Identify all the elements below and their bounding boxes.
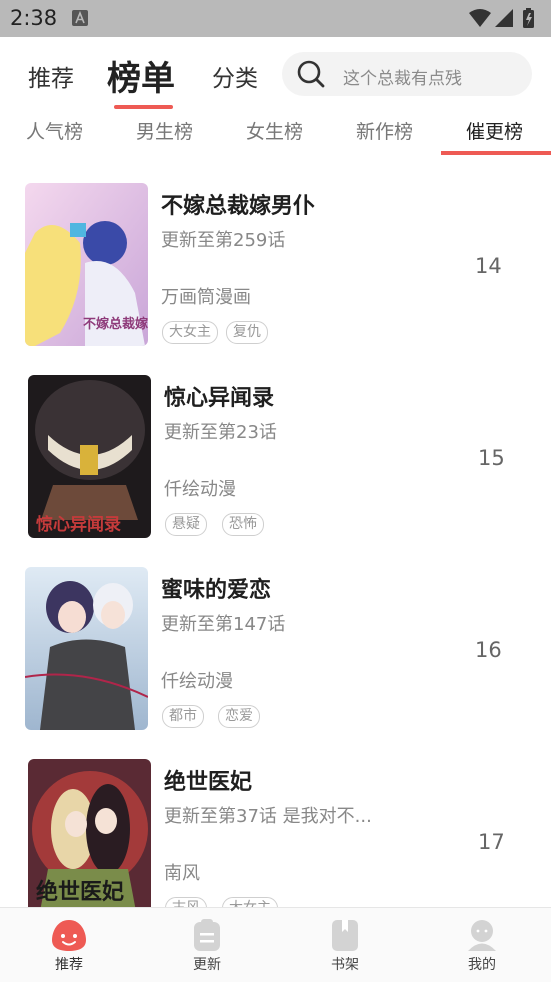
rank-number: 15 [478, 446, 505, 470]
comic-author: 南风 [164, 863, 200, 884]
tab-categories[interactable]: 分类 [212, 59, 258, 93]
clipboard-icon [194, 919, 220, 951]
comic-tag[interactable]: 恋爱 [218, 705, 260, 728]
tab-rankings[interactable]: 榜单 [107, 51, 175, 100]
nav-bookshelf[interactable]: 书架 [290, 908, 400, 982]
nav-label: 更新 [193, 957, 221, 973]
subtab-urge-update[interactable]: 催更榜 [466, 117, 523, 144]
list-item[interactable]: 惊心异闻录 惊心异闻录 更新至第23话 15 仟绘动漫 悬疑 恐怖 [0, 349, 551, 541]
status-bar: 2:38 [0, 0, 551, 37]
comic-title: 绝世医妃 [164, 770, 253, 795]
nav-label: 书架 [331, 957, 359, 973]
subtab-popularity[interactable]: 人气榜 [26, 117, 83, 144]
tab-recommend[interactable]: 推荐 [28, 59, 74, 93]
comic-update: 更新至第147话 [161, 614, 286, 635]
notification-a-icon [72, 10, 88, 26]
search-icon [297, 60, 325, 88]
nav-profile[interactable]: 我的 [427, 908, 537, 982]
comic-tag[interactable]: 悬疑 [165, 513, 207, 536]
nav-recommend[interactable]: 推荐 [14, 908, 124, 982]
bottom-nav: 推荐 更新 书架 我的 [0, 907, 551, 982]
user-icon [468, 920, 496, 951]
comic-cover[interactable]: 不嫁总裁嫁男仆 [25, 183, 148, 346]
list-item[interactable]: 蜜味的爱恋 更新至第147话 16 仟绘动漫 都市 恋爱 [0, 541, 551, 733]
comic-cover[interactable]: 绝世医妃 [28, 759, 151, 907]
comic-author: 仟绘动漫 [161, 671, 233, 692]
nav-label: 我的 [468, 957, 496, 973]
comic-cover[interactable]: 惊心异闻录 [28, 375, 151, 538]
comic-update: 更新至第37话 是我对不... [164, 806, 372, 827]
ranking-sub-tabs: 人气榜 男生榜 女生榜 新作榜 催更榜 [0, 107, 551, 157]
comic-list: 不嫁总裁嫁男仆 不嫁总裁嫁男仆 更新至第259话 14 万画筒漫画 大女主 复仇… [0, 157, 551, 907]
rank-number: 14 [475, 254, 502, 278]
nav-updates[interactable]: 更新 [152, 908, 262, 982]
book-icon [332, 920, 358, 951]
system-status-icons [469, 8, 534, 28]
cover-title-text: 绝世医妃 [36, 879, 124, 905]
comic-title: 不嫁总裁嫁男仆 [161, 194, 316, 219]
search-placeholder: 这个总裁有点残 [343, 69, 462, 89]
subtab-active-indicator [441, 151, 551, 155]
comic-tag[interactable]: 恐怖 [222, 513, 264, 536]
signal-icon [495, 9, 513, 27]
comic-tag[interactable]: 大女主 [162, 321, 218, 344]
comic-tag[interactable]: 都市 [162, 705, 204, 728]
comic-title: 蜜味的爱恋 [161, 578, 272, 603]
rank-number: 16 [475, 638, 502, 662]
comic-tag[interactable]: 古风 [165, 897, 207, 907]
smile-icon [52, 920, 86, 951]
comic-title: 惊心异闻录 [164, 386, 275, 411]
subtab-female[interactable]: 女生榜 [246, 117, 303, 144]
comic-cover[interactable] [25, 567, 148, 730]
comic-update: 更新至第259话 [161, 230, 286, 251]
status-time: 2:38 [10, 6, 58, 30]
list-item[interactable]: 不嫁总裁嫁男仆 不嫁总裁嫁男仆 更新至第259话 14 万画筒漫画 大女主 复仇 [0, 157, 551, 349]
comic-author: 万画筒漫画 [161, 287, 251, 308]
subtab-new[interactable]: 新作榜 [356, 117, 413, 144]
list-item[interactable]: 绝世医妃 绝世医妃 更新至第37话 是我对不... 17 南风 古风 大女主 [0, 733, 551, 907]
cover-title-text: 惊心异闻录 [36, 514, 121, 535]
nav-label: 推荐 [55, 957, 83, 973]
subtab-male[interactable]: 男生榜 [136, 117, 193, 144]
top-nav: 推荐 榜单 分类 这个总裁有点残 [0, 37, 551, 109]
cover-title-text: 不嫁总裁嫁男仆 [83, 316, 148, 332]
comic-author: 仟绘动漫 [164, 479, 236, 500]
rank-number: 17 [478, 830, 505, 854]
comic-tag[interactable]: 大女主 [222, 897, 278, 907]
comic-update: 更新至第23话 [164, 422, 277, 443]
comic-tag[interactable]: 复仇 [226, 321, 268, 344]
search-bar[interactable]: 这个总裁有点残 [282, 52, 532, 96]
wifi-icon [469, 9, 491, 27]
